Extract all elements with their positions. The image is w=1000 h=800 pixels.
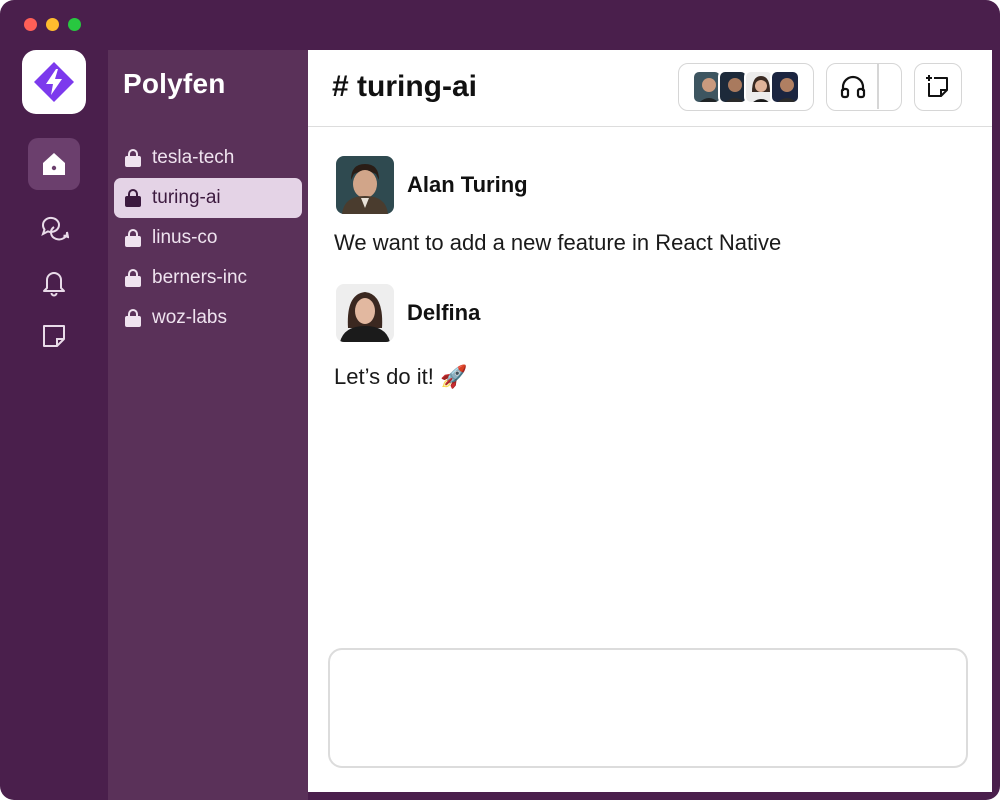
huddle-button[interactable]	[826, 63, 902, 111]
message-text: We want to add a new feature in React Na…	[334, 230, 782, 255]
notes-button[interactable]	[28, 310, 80, 362]
channel-label: woz-labs	[152, 307, 227, 328]
channel-item-berners-inc[interactable]: berners-inc	[114, 258, 302, 298]
channel-list: tesla-tech turing-ai linus-co berners-in…	[114, 138, 302, 338]
direct-messages-button[interactable]	[28, 202, 80, 254]
members-button[interactable]	[678, 63, 814, 111]
channel-sidebar: Polyfen tesla-tech turing-ai linus-co be…	[108, 50, 308, 800]
app-window: Polyfen tesla-tech turing-ai linus-co be…	[0, 0, 1000, 800]
close-window-button[interactable]	[24, 18, 37, 31]
lock-icon	[125, 309, 141, 327]
channel-label: linus-co	[152, 227, 218, 248]
message-text: Let’s do it! 🚀	[334, 364, 468, 389]
huddle-divider	[877, 64, 879, 109]
lock-icon	[125, 149, 141, 167]
message-author[interactable]: Alan Turing	[407, 172, 528, 198]
window-controls	[24, 18, 81, 31]
channel-item-linus-co[interactable]: linus-co	[114, 218, 302, 258]
message-header: Delfina	[336, 284, 480, 342]
channel-label: tesla-tech	[152, 147, 235, 168]
channel-view: # turing-ai Alan Turing We want to add a…	[308, 50, 992, 792]
note-icon	[43, 325, 65, 347]
member-avatar	[770, 70, 800, 104]
channel-header: # turing-ai	[308, 50, 992, 127]
polyfen-logo-icon[interactable]	[22, 50, 86, 114]
chat-bubbles-icon	[41, 216, 69, 241]
avatar[interactable]	[336, 284, 394, 342]
message-composer-input[interactable]	[328, 648, 968, 768]
message-author[interactable]: Delfina	[407, 300, 480, 326]
home-icon	[43, 153, 65, 175]
icon-rail	[0, 50, 108, 800]
channel-item-tesla-tech[interactable]: tesla-tech	[114, 138, 302, 178]
channel-title[interactable]: # turing-ai	[332, 70, 477, 104]
maximize-window-button[interactable]	[68, 18, 81, 31]
message-header: Alan Turing	[336, 156, 528, 214]
workspace-name[interactable]: Polyfen	[123, 68, 226, 100]
channel-item-woz-labs[interactable]: woz-labs	[114, 298, 302, 338]
home-button[interactable]	[28, 138, 80, 190]
lock-icon	[125, 269, 141, 287]
minimize-window-button[interactable]	[46, 18, 59, 31]
bell-icon	[43, 272, 65, 297]
lock-icon	[125, 229, 141, 247]
channel-label: berners-inc	[152, 267, 248, 288]
activity-button[interactable]	[28, 256, 80, 308]
lock-icon	[125, 189, 141, 207]
member-avatar-stack	[692, 70, 800, 104]
channel-label: turing-ai	[152, 187, 221, 208]
channel-item-turing-ai[interactable]: turing-ai	[114, 178, 302, 218]
headphones-icon	[840, 75, 866, 99]
new-canvas-icon	[926, 75, 948, 97]
avatar[interactable]	[336, 156, 394, 214]
new-canvas-button[interactable]	[914, 63, 962, 111]
